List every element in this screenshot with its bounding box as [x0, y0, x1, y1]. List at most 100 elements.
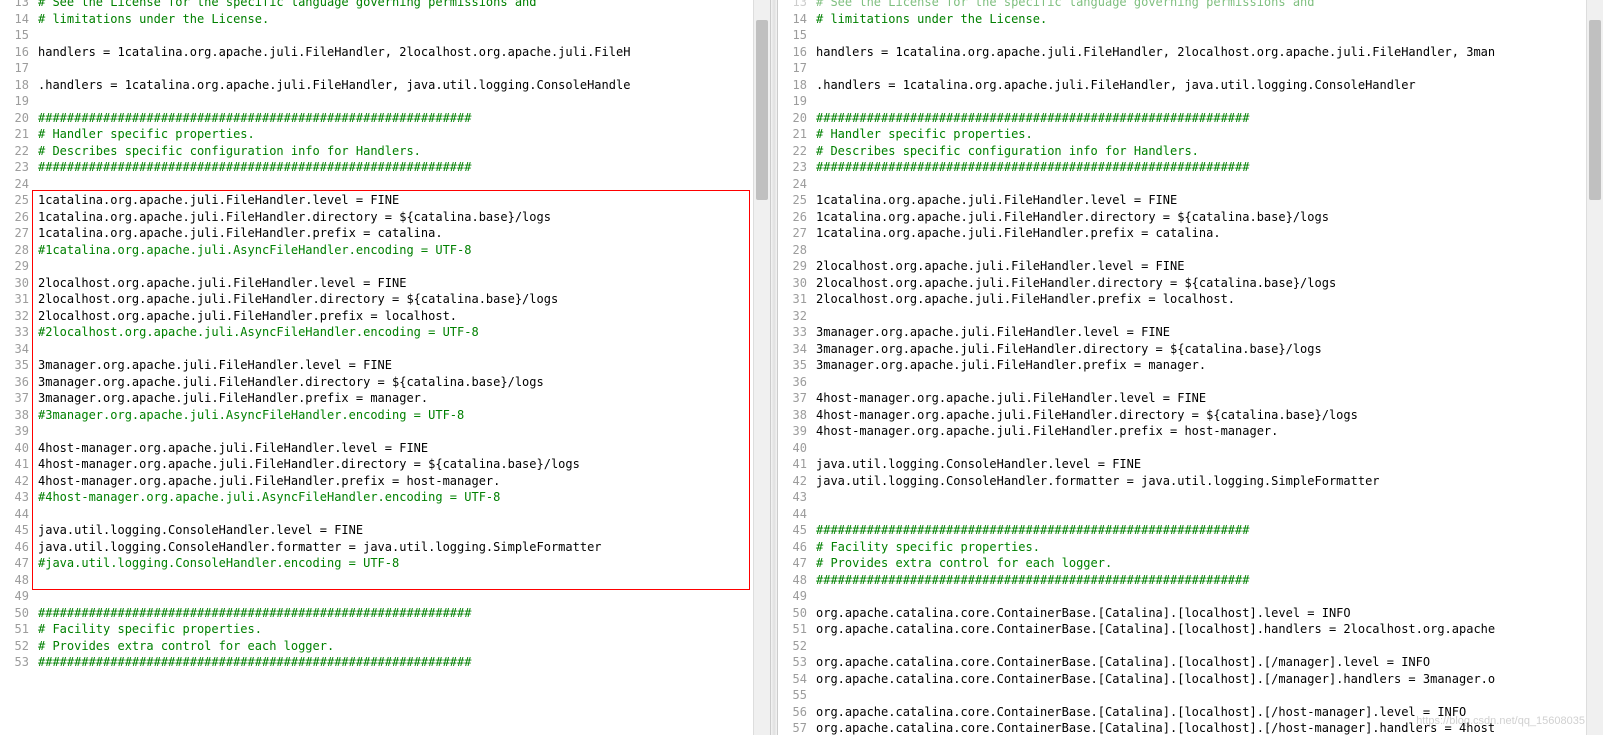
right-line-gutter[interactable]: 1314151617181920212223242526272829303132…: [778, 0, 811, 735]
line-number[interactable]: 56: [778, 704, 807, 721]
code-line[interactable]: org.apache.catalina.core.ContainerBase.[…: [816, 704, 1603, 721]
code-line[interactable]: [38, 27, 770, 44]
line-number[interactable]: 37: [0, 390, 29, 407]
code-line[interactable]: .handlers = 1catalina.org.apache.juli.Fi…: [816, 77, 1603, 94]
left-code-area[interactable]: # See the License for the specific langu…: [33, 0, 770, 735]
line-number[interactable]: 26: [0, 209, 29, 226]
code-line[interactable]: 1catalina.org.apache.juli.FileHandler.di…: [816, 209, 1603, 226]
code-line[interactable]: org.apache.catalina.core.ContainerBase.[…: [816, 605, 1603, 622]
line-number[interactable]: 18: [0, 77, 29, 94]
right-scrollbar[interactable]: [1586, 0, 1603, 735]
line-number[interactable]: 28: [778, 242, 807, 259]
line-number[interactable]: 40: [778, 440, 807, 457]
code-line[interactable]: # Provides extra control for each logger…: [816, 555, 1603, 572]
code-line[interactable]: ########################################…: [816, 159, 1603, 176]
code-line[interactable]: [816, 242, 1603, 259]
left-line-gutter[interactable]: 1314151617181920212223242526272829303132…: [0, 0, 33, 735]
line-number[interactable]: 57: [778, 720, 807, 735]
code-line[interactable]: handlers = 1catalina.org.apache.juli.Fil…: [38, 44, 770, 61]
code-line[interactable]: # Provides extra control for each logger…: [38, 638, 770, 655]
line-number[interactable]: 30: [778, 275, 807, 292]
code-line[interactable]: #java.util.logging.ConsoleHandler.encodi…: [38, 555, 770, 572]
scrollbar-thumb[interactable]: [756, 20, 768, 200]
code-line[interactable]: 3manager.org.apache.juli.FileHandler.dir…: [38, 374, 770, 391]
line-number[interactable]: 29: [778, 258, 807, 275]
line-number[interactable]: 26: [778, 209, 807, 226]
code-line[interactable]: [816, 489, 1603, 506]
code-line[interactable]: [816, 308, 1603, 325]
line-number[interactable]: 17: [0, 60, 29, 77]
code-line[interactable]: 4host-manager.org.apache.juli.FileHandle…: [38, 456, 770, 473]
line-number[interactable]: 18: [778, 77, 807, 94]
line-number[interactable]: 32: [778, 308, 807, 325]
code-line[interactable]: ########################################…: [816, 110, 1603, 127]
code-line[interactable]: #2localhost.org.apache.juli.AsyncFileHan…: [38, 324, 770, 341]
line-number[interactable]: 15: [778, 27, 807, 44]
line-number[interactable]: 35: [0, 357, 29, 374]
line-number[interactable]: 49: [778, 588, 807, 605]
line-number[interactable]: 50: [0, 605, 29, 622]
line-number[interactable]: 47: [0, 555, 29, 572]
code-line[interactable]: .handlers = 1catalina.org.apache.juli.Fi…: [38, 77, 770, 94]
line-number[interactable]: 23: [0, 159, 29, 176]
code-line[interactable]: [816, 176, 1603, 193]
line-number[interactable]: 50: [778, 605, 807, 622]
code-line[interactable]: 3manager.org.apache.juli.FileHandler.lev…: [38, 357, 770, 374]
code-line[interactable]: org.apache.catalina.core.ContainerBase.[…: [816, 654, 1603, 671]
code-line[interactable]: [38, 176, 770, 193]
code-line[interactable]: 3manager.org.apache.juli.FileHandler.pre…: [816, 357, 1603, 374]
line-number[interactable]: 43: [778, 489, 807, 506]
line-number[interactable]: 47: [778, 555, 807, 572]
line-number[interactable]: 13: [778, 0, 807, 11]
code-line[interactable]: #1catalina.org.apache.juli.AsyncFileHand…: [38, 242, 770, 259]
code-line[interactable]: [816, 93, 1603, 110]
code-line[interactable]: # Facility specific properties.: [38, 621, 770, 638]
code-line[interactable]: 2localhost.org.apache.juli.FileHandler.l…: [816, 258, 1603, 275]
line-number[interactable]: 13: [0, 0, 29, 11]
line-number[interactable]: 49: [0, 588, 29, 605]
line-number[interactable]: 16: [0, 44, 29, 61]
code-line[interactable]: 1catalina.org.apache.juli.FileHandler.di…: [38, 209, 770, 226]
line-number[interactable]: 15: [0, 27, 29, 44]
code-line[interactable]: 3manager.org.apache.juli.FileHandler.lev…: [816, 324, 1603, 341]
code-line[interactable]: java.util.logging.ConsoleHandler.level =…: [816, 456, 1603, 473]
line-number[interactable]: 51: [0, 621, 29, 638]
code-line[interactable]: [38, 423, 770, 440]
line-number[interactable]: 41: [778, 456, 807, 473]
code-line[interactable]: [816, 687, 1603, 704]
code-line[interactable]: 2localhost.org.apache.juli.FileHandler.l…: [38, 275, 770, 292]
line-number[interactable]: 24: [0, 176, 29, 193]
code-line[interactable]: 2localhost.org.apache.juli.FileHandler.d…: [816, 275, 1603, 292]
line-number[interactable]: 51: [778, 621, 807, 638]
code-line[interactable]: # limitations under the License.: [816, 11, 1603, 28]
code-line[interactable]: org.apache.catalina.core.ContainerBase.[…: [816, 621, 1603, 638]
code-line[interactable]: java.util.logging.ConsoleHandler.formatt…: [38, 539, 770, 556]
line-number[interactable]: 44: [778, 506, 807, 523]
line-number[interactable]: 27: [0, 225, 29, 242]
right-code-area[interactable]: # See the License for the specific langu…: [811, 0, 1603, 735]
code-line[interactable]: 4host-manager.org.apache.juli.FileHandle…: [816, 423, 1603, 440]
line-number[interactable]: 45: [778, 522, 807, 539]
code-line[interactable]: [38, 60, 770, 77]
left-scrollbar[interactable]: [753, 0, 770, 735]
line-number[interactable]: 23: [778, 159, 807, 176]
code-line[interactable]: 2localhost.org.apache.juli.FileHandler.d…: [38, 291, 770, 308]
line-number[interactable]: 17: [778, 60, 807, 77]
code-line[interactable]: [816, 588, 1603, 605]
line-number[interactable]: 24: [778, 176, 807, 193]
code-line[interactable]: [816, 638, 1603, 655]
code-line[interactable]: # Describes specific configuration info …: [38, 143, 770, 160]
line-number[interactable]: 29: [0, 258, 29, 275]
code-line[interactable]: 2localhost.org.apache.juli.FileHandler.p…: [816, 291, 1603, 308]
line-number[interactable]: 42: [0, 473, 29, 490]
code-line[interactable]: [816, 60, 1603, 77]
code-line[interactable]: ########################################…: [816, 572, 1603, 589]
line-number[interactable]: 39: [778, 423, 807, 440]
line-number[interactable]: 46: [778, 539, 807, 556]
code-line[interactable]: 4host-manager.org.apache.juli.FileHandle…: [816, 407, 1603, 424]
line-number[interactable]: 14: [778, 11, 807, 28]
code-line[interactable]: # Handler specific properties.: [38, 126, 770, 143]
line-number[interactable]: 36: [0, 374, 29, 391]
code-line[interactable]: # Handler specific properties.: [816, 126, 1603, 143]
line-number[interactable]: 40: [0, 440, 29, 457]
